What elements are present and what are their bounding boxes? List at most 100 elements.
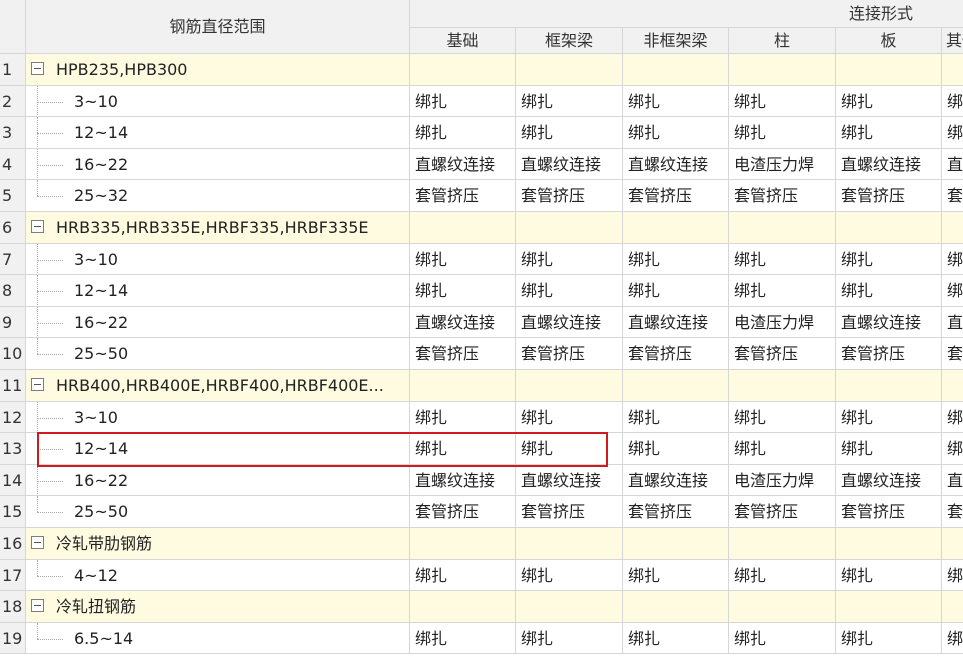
- group-blank-cell-frame-beam[interactable]: [516, 370, 623, 402]
- connection-cell-slab[interactable]: 绑扎: [836, 117, 942, 149]
- group-blank-cell-other[interactable]: [942, 591, 963, 623]
- connection-cell-foundation[interactable]: 绑扎: [410, 244, 516, 275]
- connection-cell-foundation[interactable]: 套管挤压: [410, 180, 516, 212]
- connection-cell-non-frame-beam[interactable]: 套管挤压: [623, 496, 729, 528]
- group-blank-cell-column[interactable]: [729, 591, 836, 623]
- group-blank-cell-other[interactable]: [942, 212, 963, 244]
- connection-cell-slab[interactable]: 绑扎: [836, 623, 942, 654]
- group-blank-cell-non-frame-beam[interactable]: [623, 212, 729, 244]
- connection-cell-column[interactable]: 绑扎: [729, 117, 836, 149]
- range-cell[interactable]: 16~22: [26, 465, 410, 496]
- connection-cell-non-frame-beam[interactable]: 绑扎: [623, 560, 729, 591]
- connection-cell-frame-beam[interactable]: 绑扎: [516, 560, 623, 591]
- group-blank-cell-column[interactable]: [729, 212, 836, 244]
- connection-cell-slab[interactable]: 直螺纹连接: [836, 465, 942, 496]
- connection-cell-non-frame-beam[interactable]: 绑扎: [623, 86, 729, 117]
- range-cell[interactable]: 12~14: [26, 117, 410, 149]
- group-blank-cell-foundation[interactable]: [410, 212, 516, 244]
- group-blank-cell-slab[interactable]: [836, 370, 942, 402]
- connection-cell-column[interactable]: 套管挤压: [729, 496, 836, 528]
- group-blank-cell-foundation[interactable]: [410, 528, 516, 560]
- group-blank-cell-frame-beam[interactable]: [516, 591, 623, 623]
- connection-cell-non-frame-beam[interactable]: 直螺纹连接: [623, 465, 729, 496]
- group-cell[interactable]: HRB400,HRB400E,HRBF400,HRBF400E...: [26, 370, 410, 402]
- connection-cell-frame-beam[interactable]: 套管挤压: [516, 496, 623, 528]
- connection-cell-column[interactable]: 套管挤压: [729, 338, 836, 370]
- range-cell[interactable]: 25~50: [26, 338, 410, 370]
- connection-cell-other[interactable]: 绑扎: [942, 86, 963, 117]
- range-column-header[interactable]: 钢筋直径范围: [26, 0, 410, 54]
- collapse-toggle-icon[interactable]: [31, 220, 44, 233]
- connection-cell-column[interactable]: 绑扎: [729, 275, 836, 307]
- connection-cell-other[interactable]: 绑扎: [942, 560, 963, 591]
- connection-cell-foundation[interactable]: 直螺纹连接: [410, 307, 516, 338]
- connection-cell-other[interactable]: 直螺纹连接: [942, 465, 963, 496]
- connection-cell-non-frame-beam[interactable]: 套管挤压: [623, 180, 729, 212]
- connection-cell-foundation[interactable]: 绑扎: [410, 560, 516, 591]
- connection-cell-frame-beam[interactable]: 绑扎: [516, 623, 623, 654]
- range-cell[interactable]: 12~14: [26, 433, 410, 465]
- connection-cell-column[interactable]: 绑扎: [729, 433, 836, 465]
- group-blank-cell-other[interactable]: [942, 370, 963, 402]
- connection-cell-frame-beam[interactable]: 直螺纹连接: [516, 307, 623, 338]
- connection-cell-slab[interactable]: 绑扎: [836, 433, 942, 465]
- group-blank-cell-non-frame-beam[interactable]: [623, 591, 729, 623]
- connection-cell-other[interactable]: 绑扎: [942, 433, 963, 465]
- connection-cell-column[interactable]: 电渣压力焊: [729, 307, 836, 338]
- connection-cell-foundation[interactable]: 套管挤压: [410, 496, 516, 528]
- connection-cell-non-frame-beam[interactable]: 绑扎: [623, 244, 729, 275]
- column-header-foundation[interactable]: 基础: [410, 28, 516, 54]
- connection-cell-non-frame-beam[interactable]: 绑扎: [623, 623, 729, 654]
- connection-cell-other[interactable]: 直螺纹连接: [942, 307, 963, 338]
- connection-cell-other[interactable]: 直螺纹连接: [942, 149, 963, 180]
- connection-cell-other[interactable]: 套管挤压: [942, 496, 963, 528]
- connection-cell-foundation[interactable]: 绑扎: [410, 117, 516, 149]
- connection-cell-foundation[interactable]: 绑扎: [410, 275, 516, 307]
- connection-cell-other[interactable]: 绑扎: [942, 275, 963, 307]
- connection-cell-slab[interactable]: 绑扎: [836, 560, 942, 591]
- column-header-column[interactable]: 柱: [729, 28, 836, 54]
- group-cell[interactable]: HRB335,HRB335E,HRBF335,HRBF335E: [26, 212, 410, 244]
- connection-cell-other[interactable]: 绑扎: [942, 117, 963, 149]
- collapse-toggle-icon[interactable]: [31, 536, 44, 549]
- connection-cell-column[interactable]: 绑扎: [729, 560, 836, 591]
- connection-cell-frame-beam[interactable]: 套管挤压: [516, 338, 623, 370]
- group-blank-cell-frame-beam[interactable]: [516, 212, 623, 244]
- range-cell[interactable]: 3~10: [26, 86, 410, 117]
- connection-cell-other[interactable]: 套管挤压: [942, 180, 963, 212]
- group-blank-cell-slab[interactable]: [836, 591, 942, 623]
- group-blank-cell-foundation[interactable]: [410, 54, 516, 86]
- connection-cell-slab[interactable]: 直螺纹连接: [836, 307, 942, 338]
- collapse-toggle-icon[interactable]: [31, 62, 44, 75]
- range-cell[interactable]: 3~10: [26, 402, 410, 433]
- range-cell[interactable]: 25~50: [26, 496, 410, 528]
- group-cell[interactable]: 冷轧扭钢筋: [26, 591, 410, 623]
- connection-cell-non-frame-beam[interactable]: 绑扎: [623, 275, 729, 307]
- range-cell[interactable]: 16~22: [26, 149, 410, 180]
- connection-cell-non-frame-beam[interactable]: 直螺纹连接: [623, 149, 729, 180]
- group-blank-cell-foundation[interactable]: [410, 591, 516, 623]
- column-header-other[interactable]: 其他: [942, 28, 963, 54]
- group-blank-cell-non-frame-beam[interactable]: [623, 370, 729, 402]
- connection-cell-foundation[interactable]: 直螺纹连接: [410, 149, 516, 180]
- connection-cell-column[interactable]: 套管挤压: [729, 180, 836, 212]
- range-cell[interactable]: 25~32: [26, 180, 410, 212]
- connection-cell-frame-beam[interactable]: 绑扎: [516, 402, 623, 433]
- connection-cell-foundation[interactable]: 直螺纹连接: [410, 465, 516, 496]
- connection-cell-other[interactable]: 绑扎: [942, 402, 963, 433]
- connection-cell-slab[interactable]: 直螺纹连接: [836, 149, 942, 180]
- group-blank-cell-column[interactable]: [729, 54, 836, 86]
- group-blank-cell-slab[interactable]: [836, 54, 942, 86]
- group-blank-cell-frame-beam[interactable]: [516, 54, 623, 86]
- column-header-non-frame-beam[interactable]: 非框架梁: [623, 28, 729, 54]
- group-blank-cell-other[interactable]: [942, 528, 963, 560]
- connection-cell-slab[interactable]: 套管挤压: [836, 338, 942, 370]
- group-blank-cell-foundation[interactable]: [410, 370, 516, 402]
- connection-cell-frame-beam[interactable]: 绑扎: [516, 86, 623, 117]
- connection-cell-non-frame-beam[interactable]: 直螺纹连接: [623, 307, 729, 338]
- connection-cell-foundation[interactable]: 绑扎: [410, 402, 516, 433]
- group-blank-cell-column[interactable]: [729, 370, 836, 402]
- connection-cell-non-frame-beam[interactable]: 绑扎: [623, 402, 729, 433]
- group-blank-cell-slab[interactable]: [836, 528, 942, 560]
- connection-cell-frame-beam[interactable]: 绑扎: [516, 275, 623, 307]
